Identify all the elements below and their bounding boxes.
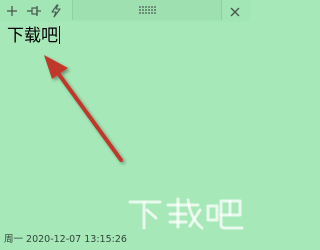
timestamp-label: 周一 2020-12-07 13:15:26 [4, 234, 127, 245]
note-titlebar [0, 0, 250, 22]
lightning-icon [50, 4, 62, 18]
add-note-icon [6, 5, 18, 17]
drag-handle[interactable] [72, 0, 222, 20]
pin-icon [26, 4, 42, 18]
grip-icon [138, 6, 156, 14]
note-status-bar: 周一 2020-12-07 13:15:26 [0, 229, 250, 250]
note-text: 下载吧 [7, 26, 58, 46]
note-text-area[interactable]: 下载吧 [7, 26, 243, 218]
lightning-button[interactable] [47, 2, 65, 20]
close-icon [230, 2, 240, 21]
pin-button[interactable] [25, 2, 43, 20]
text-caret [59, 26, 60, 44]
close-button[interactable] [226, 3, 244, 19]
sticky-note-window: 下载吧 周一 2020-12-07 13:15:26 [0, 0, 250, 250]
watermark-logo [128, 197, 244, 230]
add-note-button[interactable] [3, 2, 21, 20]
